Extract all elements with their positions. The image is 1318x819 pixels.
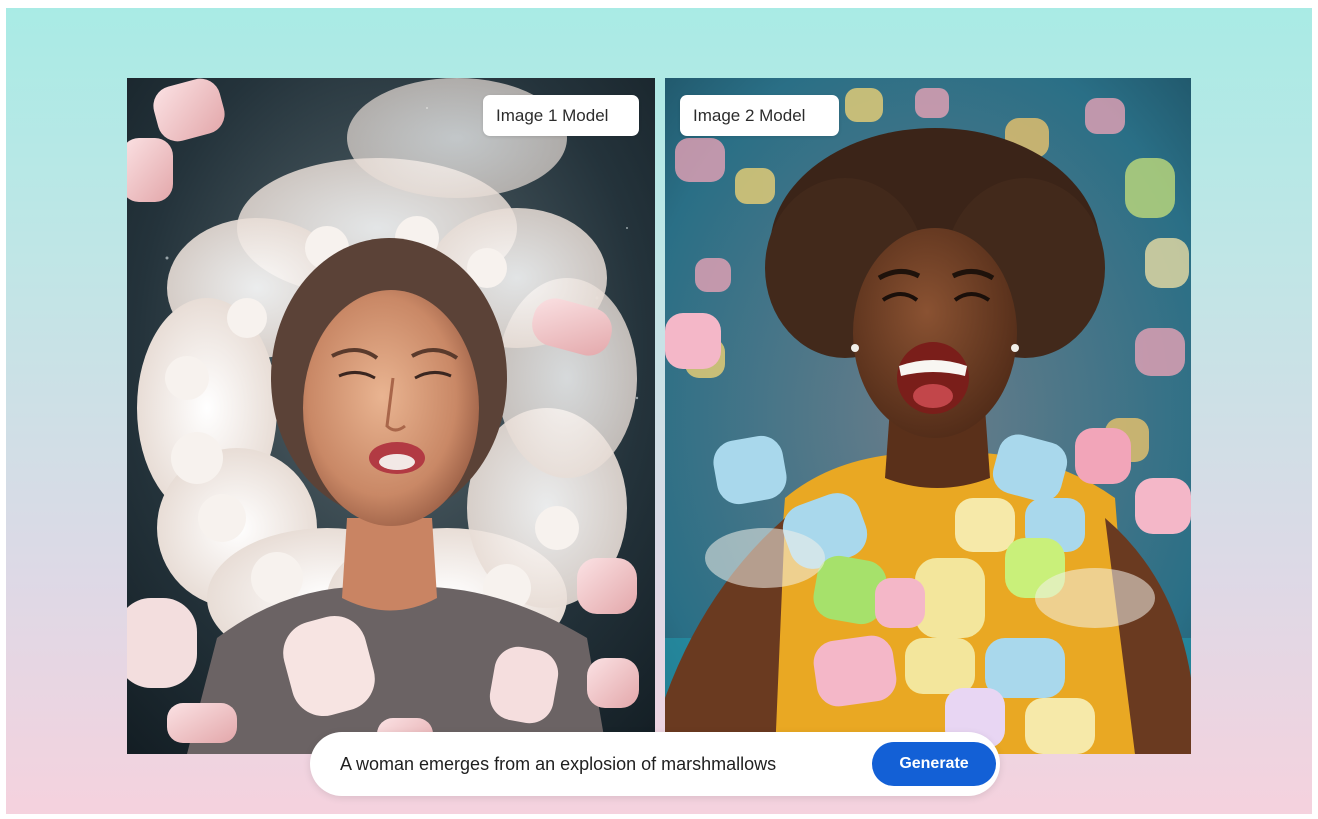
image-1-model-label: Image 1 Model [483,95,639,136]
image-1-panel: Image 1 Model [127,78,655,754]
generate-button[interactable]: Generate [872,742,996,786]
image-2-photo [665,78,1191,754]
image-1-photo [127,78,655,754]
prompt-bar: A woman emerges from an explosion of mar… [310,732,1000,796]
image-2-panel: Image 2 Model [665,78,1191,754]
image-2-model-label: Image 2 Model [680,95,839,136]
prompt-text[interactable]: A woman emerges from an explosion of mar… [340,732,776,796]
